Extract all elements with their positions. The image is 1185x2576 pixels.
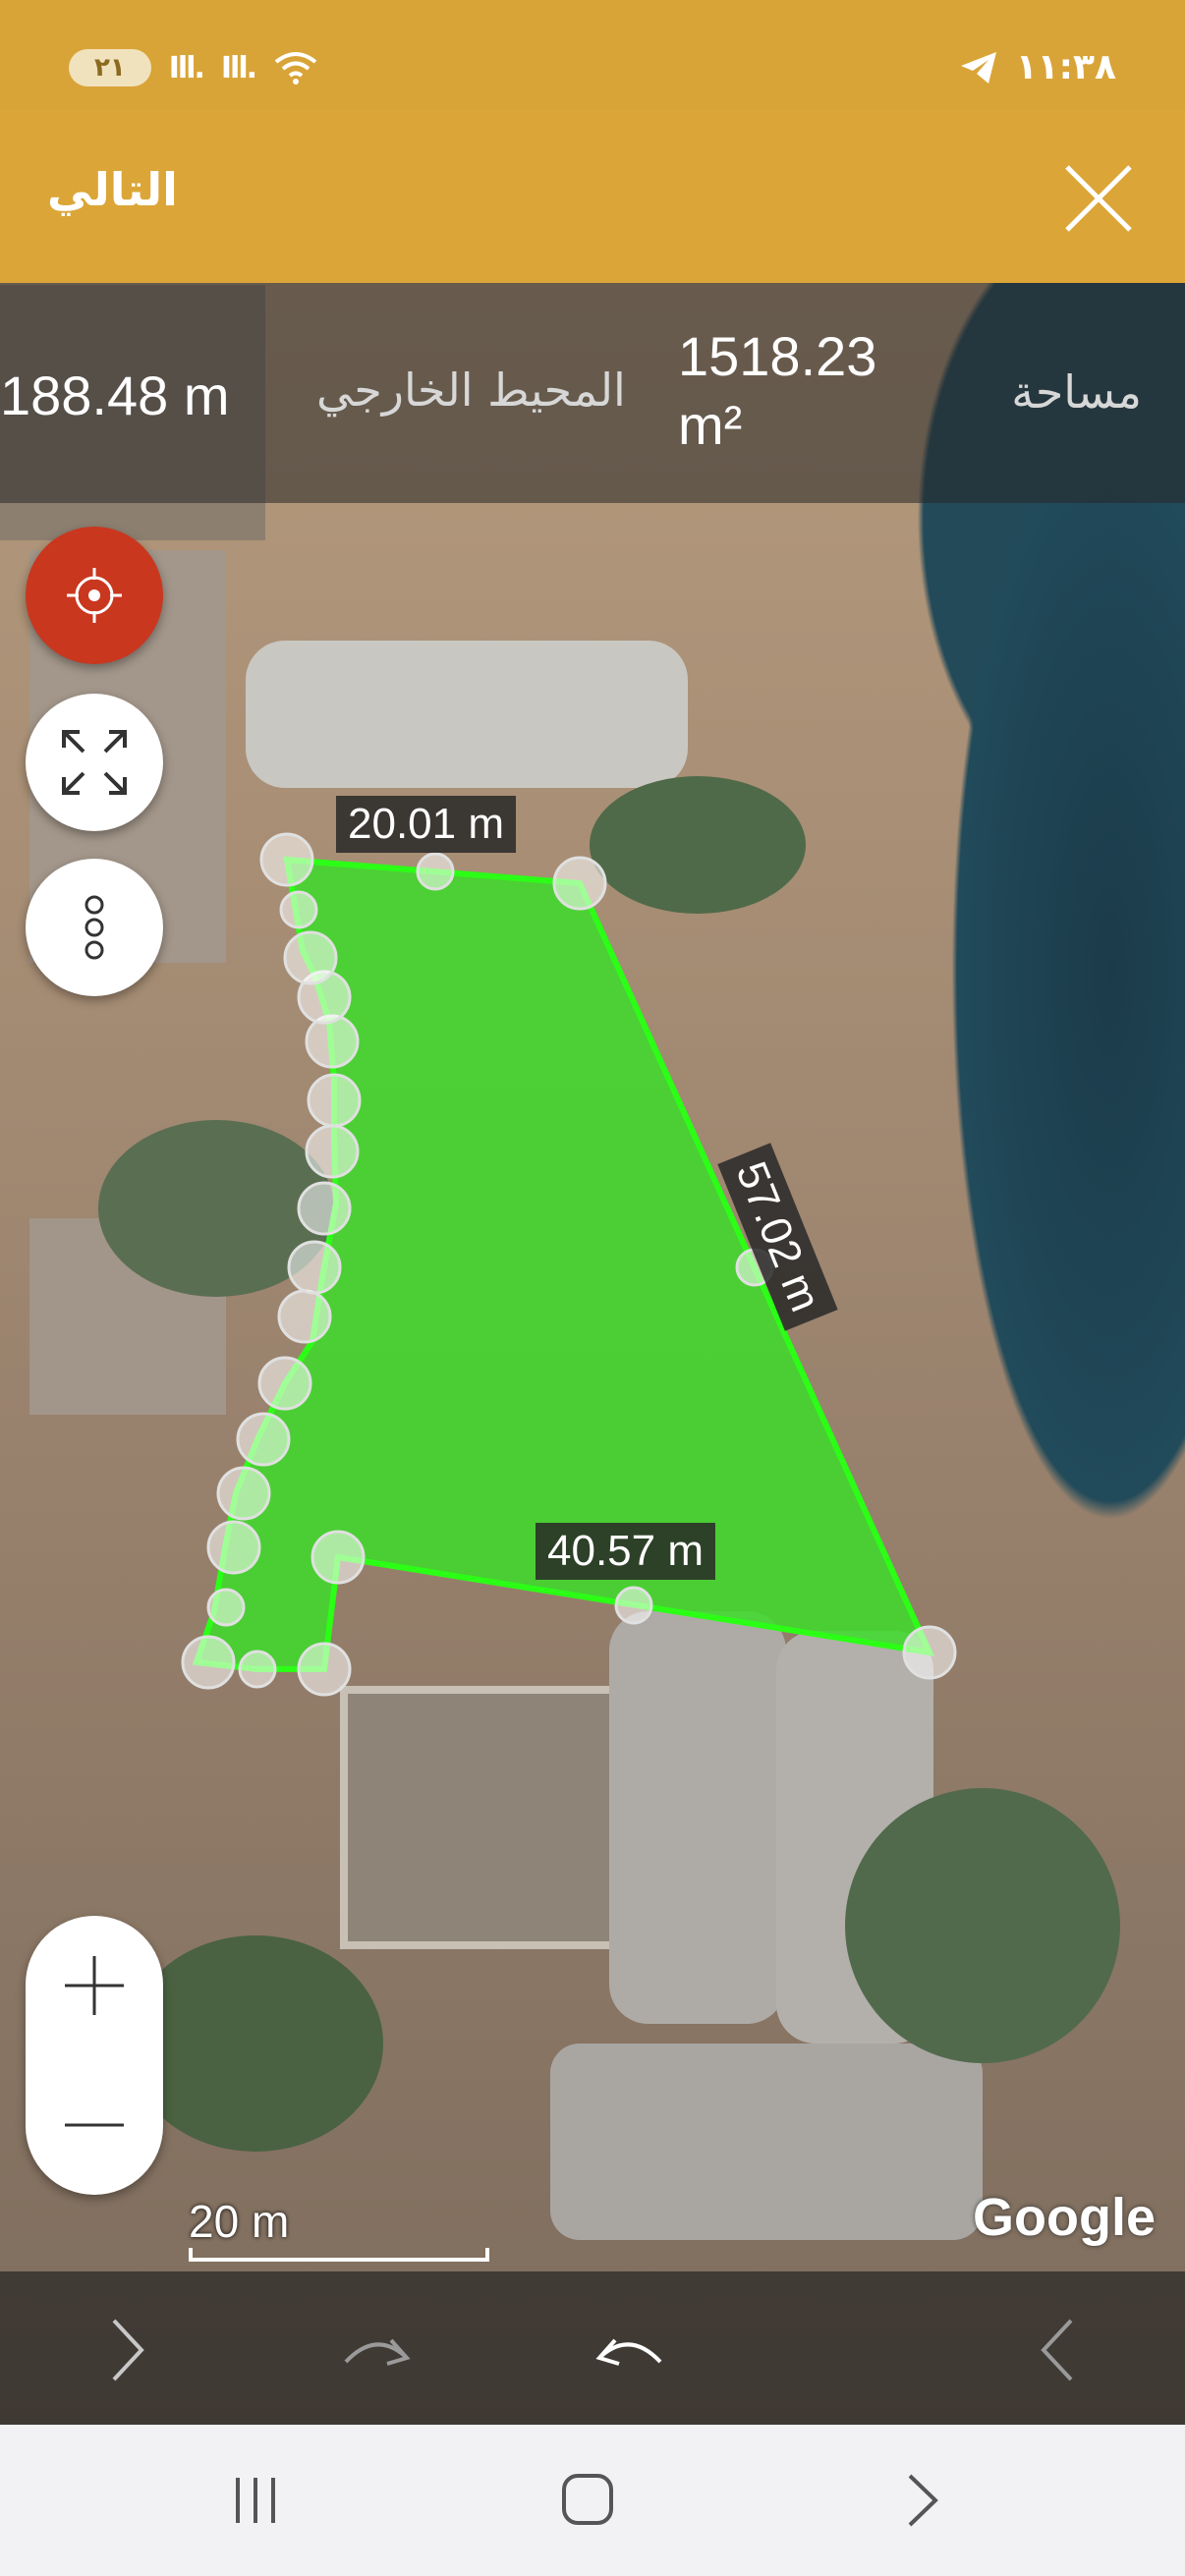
zoom-in-button[interactable] bbox=[26, 1916, 163, 2055]
home-icon[interactable] bbox=[548, 2466, 627, 2535]
status-bar: ٢١ Ill. Ill. ١١:٣٨ bbox=[0, 0, 1185, 110]
next-button[interactable]: التالي bbox=[47, 163, 178, 216]
chevron-left-icon[interactable] bbox=[1020, 2311, 1099, 2389]
undo-icon[interactable] bbox=[592, 2311, 670, 2389]
recent-apps-icon[interactable] bbox=[216, 2466, 295, 2535]
perimeter-value: 188.48 m bbox=[0, 364, 230, 426]
crosshair-icon bbox=[67, 568, 122, 623]
greenhouse bbox=[550, 2044, 983, 2240]
fullscreen-button[interactable] bbox=[26, 694, 163, 831]
segment-length-bottom: 40.57 m bbox=[536, 1523, 715, 1580]
clock: ١١:٣٨ bbox=[1015, 47, 1116, 87]
zoom-out-button[interactable] bbox=[26, 2055, 163, 2195]
system-nav-bar bbox=[0, 2425, 1185, 2576]
scale-bar bbox=[189, 2248, 489, 2262]
segment-length-top: 20.01 m bbox=[336, 796, 516, 853]
google-attribution: Google bbox=[973, 2188, 1156, 2247]
map-features bbox=[0, 285, 1120, 2240]
area-label: مساحة bbox=[1011, 365, 1142, 419]
greenhouse bbox=[246, 641, 688, 788]
telegram-icon bbox=[960, 51, 996, 84]
trees bbox=[128, 1935, 383, 2152]
more-vertical-icon bbox=[85, 895, 104, 960]
plus-icon bbox=[65, 1956, 124, 2015]
trees bbox=[845, 1788, 1120, 2063]
signal-icon-2: Ill. bbox=[220, 50, 257, 85]
map-building bbox=[340, 1686, 623, 1949]
redo-icon[interactable] bbox=[336, 2311, 415, 2389]
app-bar: التالي bbox=[0, 110, 1185, 283]
wifi-icon bbox=[274, 52, 317, 84]
zoom-control bbox=[26, 1916, 163, 2195]
expand-icon bbox=[62, 730, 127, 795]
notification-count-badge: ٢١ bbox=[69, 49, 151, 86]
status-right: ١١:٣٨ bbox=[959, 47, 1116, 87]
satellite-map[interactable] bbox=[0, 283, 1185, 2425]
area-value: 1518.23 m² bbox=[678, 325, 877, 456]
chevron-right-icon[interactable] bbox=[86, 2311, 165, 2389]
edit-toolbar bbox=[0, 2271, 1185, 2425]
more-options-button[interactable] bbox=[26, 859, 163, 996]
greenhouse bbox=[609, 1611, 786, 2024]
minus-icon bbox=[65, 2123, 124, 2127]
scale-label: 20 m bbox=[189, 2196, 290, 2247]
trees bbox=[590, 776, 806, 914]
perimeter-label: المحيط الخارجي bbox=[316, 364, 626, 417]
close-icon[interactable] bbox=[1061, 161, 1136, 236]
my-location-button[interactable] bbox=[26, 527, 163, 664]
back-icon[interactable] bbox=[880, 2466, 959, 2535]
status-left: ٢١ Ill. Ill. bbox=[69, 49, 318, 86]
signal-icon: Ill. bbox=[168, 50, 205, 85]
